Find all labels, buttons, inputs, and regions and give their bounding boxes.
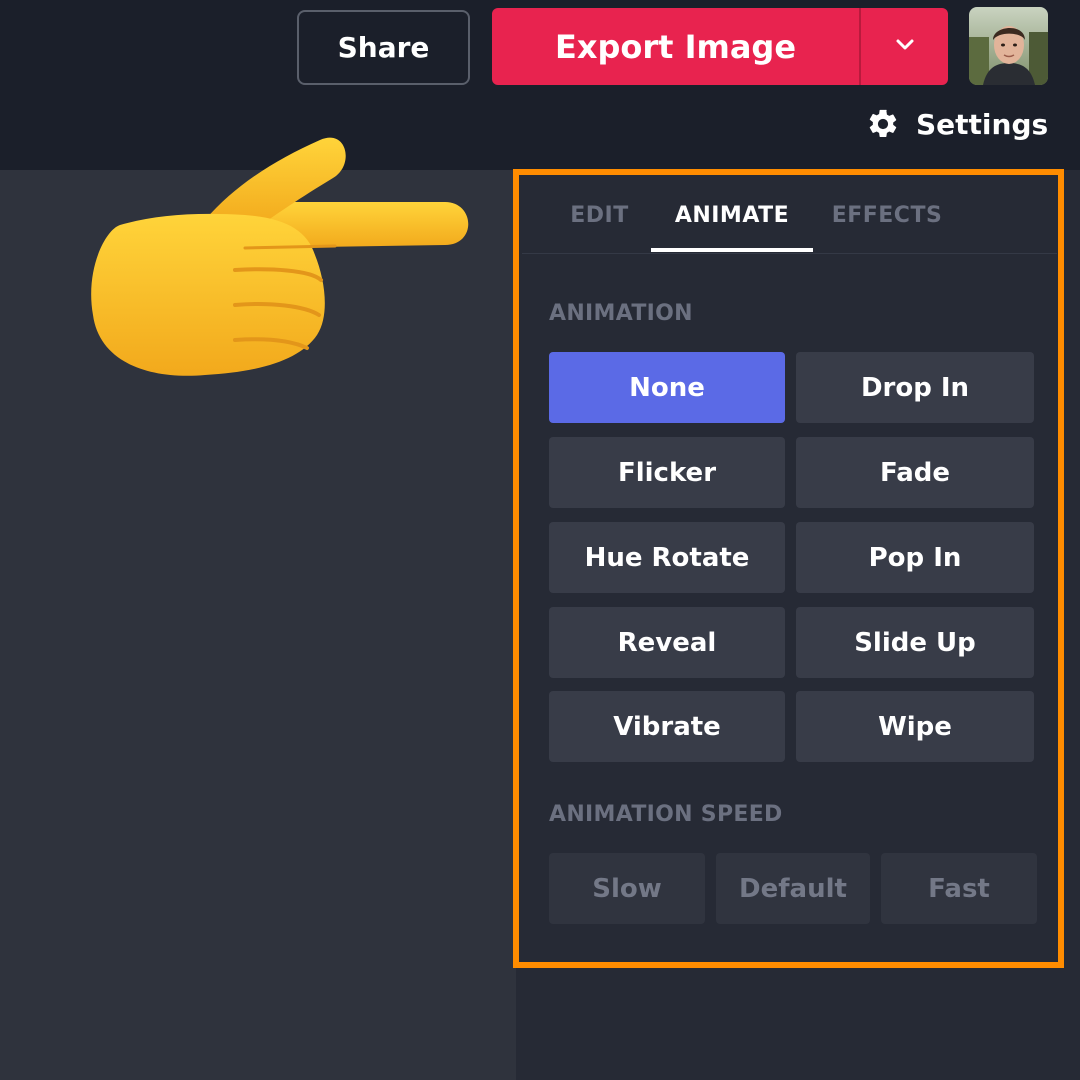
animation-option-hue-rotate[interactable]: Hue Rotate: [549, 522, 785, 593]
tab-edit[interactable]: EDIT: [552, 176, 647, 254]
panel-tabs: EDIT ANIMATE EFFECTS: [522, 176, 1057, 254]
animation-heading: ANIMATION: [549, 301, 693, 326]
animation-option-none[interactable]: None: [549, 352, 785, 423]
pointing-hand-icon: [85, 130, 475, 385]
share-button[interactable]: Share: [297, 10, 470, 85]
animation-option-wipe[interactable]: Wipe: [796, 691, 1034, 762]
animation-option-fade[interactable]: Fade: [796, 437, 1034, 508]
export-button-group: Export Image: [492, 8, 948, 85]
animation-option-vibrate[interactable]: Vibrate: [549, 691, 785, 762]
tab-animate[interactable]: ANIMATE: [651, 176, 813, 254]
animation-option-reveal[interactable]: Reveal: [549, 607, 785, 678]
speed-option-slow[interactable]: Slow: [549, 853, 705, 924]
gear-icon: [866, 107, 900, 141]
tab-effects[interactable]: EFFECTS: [822, 176, 952, 254]
animation-speed-heading: ANIMATION SPEED: [549, 802, 783, 827]
animation-option-drop-in[interactable]: Drop In: [796, 352, 1034, 423]
chevron-down-icon: [894, 37, 916, 56]
user-avatar[interactable]: [969, 7, 1048, 85]
animation-option-slide-up[interactable]: Slide Up: [796, 607, 1034, 678]
speed-option-fast[interactable]: Fast: [881, 853, 1037, 924]
speed-option-default[interactable]: Default: [716, 853, 870, 924]
export-image-button[interactable]: Export Image: [492, 8, 861, 85]
settings-label: Settings: [916, 107, 1049, 141]
settings-button[interactable]: Settings: [866, 103, 1048, 145]
export-options-button[interactable]: [861, 8, 948, 85]
animation-option-pop-in[interactable]: Pop In: [796, 522, 1034, 593]
animation-option-flicker[interactable]: Flicker: [549, 437, 785, 508]
